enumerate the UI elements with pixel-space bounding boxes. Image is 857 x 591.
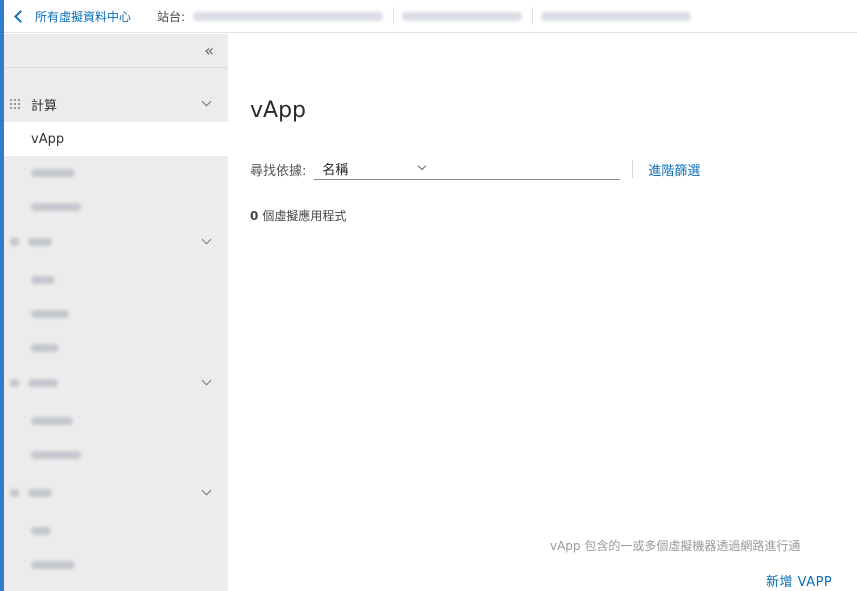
sidebar-group-network[interactable] — [4, 224, 228, 260]
sidebar-item-redacted[interactable] — [4, 548, 228, 582]
chevron-down-icon — [201, 375, 212, 386]
sidebar-group-label-redacted — [28, 238, 52, 246]
vdc-value-redacted — [541, 11, 692, 21]
sidebar-item-redacted[interactable] — [4, 404, 228, 438]
back-link-label: 所有虛擬資料中心 — [35, 9, 132, 24]
new-vapp-button[interactable]: 新增 VAPP — [766, 571, 832, 590]
collapse-sidebar-icon[interactable]: « — [204, 41, 214, 60]
sidebar-collapse-row: « — [4, 34, 228, 68]
sidebar-group-label-redacted — [28, 379, 58, 387]
chevron-down-icon — [201, 234, 212, 245]
back-to-datacenters-link[interactable]: 所有虛擬資料中心 — [4, 8, 131, 25]
site-value-redacted — [193, 11, 384, 21]
org-value-redacted — [402, 11, 523, 21]
sidebar-item-redacted[interactable] — [4, 156, 228, 190]
empty-state-description: vApp 包含的一或多個虛擬機器透過網路進行通 — [550, 539, 801, 553]
chevron-left-icon — [14, 9, 27, 23]
vapp-count: 0 個虛擬應用程式 — [250, 207, 346, 224]
sidebar-item-redacted[interactable] — [4, 331, 228, 365]
chevron-down-icon — [201, 485, 212, 496]
sidebar-group-settings[interactable] — [4, 475, 228, 511]
sidebar-item-redacted[interactable] — [4, 514, 228, 548]
sidebar-item-label: vApp — [31, 131, 65, 147]
storage-icon — [10, 379, 19, 387]
sidebar-item-redacted[interactable] — [4, 297, 228, 331]
network-icon — [10, 238, 19, 246]
search-field-select[interactable]: 名稱 — [314, 158, 621, 180]
sidebar-item-vapp[interactable]: vApp — [4, 122, 228, 156]
search-field-value: 名稱 — [322, 163, 349, 178]
sidebar-item-redacted[interactable] — [4, 438, 228, 472]
sidebar-item-redacted[interactable] — [4, 190, 228, 224]
sidebar-group-compute[interactable]: 計算 — [4, 86, 228, 122]
sidebar: « 計算 vApp — [4, 34, 228, 591]
sidebar-group-storage[interactable] — [4, 365, 228, 401]
sidebar-item-redacted[interactable] — [4, 263, 228, 297]
chevron-down-icon — [418, 161, 427, 171]
grid-icon — [10, 99, 24, 109]
sidebar-group-label-redacted — [28, 489, 52, 497]
page-title: vApp — [250, 98, 306, 123]
divider — [632, 160, 634, 178]
chevron-down-icon — [201, 96, 212, 107]
settings-icon — [10, 489, 19, 497]
vapp-count-label: 個虛擬應用程式 — [262, 209, 347, 223]
top-bar: 所有虛擬資料中心 站台: — [4, 0, 857, 33]
vapp-count-value: 0 — [250, 209, 259, 223]
sidebar-group-label: 計算 — [31, 98, 58, 114]
advanced-filter-link[interactable]: 進階篩選 — [648, 160, 700, 179]
site-label: 站台: — [157, 9, 186, 24]
search-row: 尋找依據: 名稱 進階篩選 — [250, 158, 700, 180]
search-by-label: 尋找依據: — [250, 163, 307, 179]
main-content: vApp 尋找依據: 名稱 進階篩選 0 個虛擬應用程式 vApp 包含的一或多個… — [228, 34, 857, 591]
divider — [532, 7, 534, 25]
divider — [393, 7, 395, 25]
